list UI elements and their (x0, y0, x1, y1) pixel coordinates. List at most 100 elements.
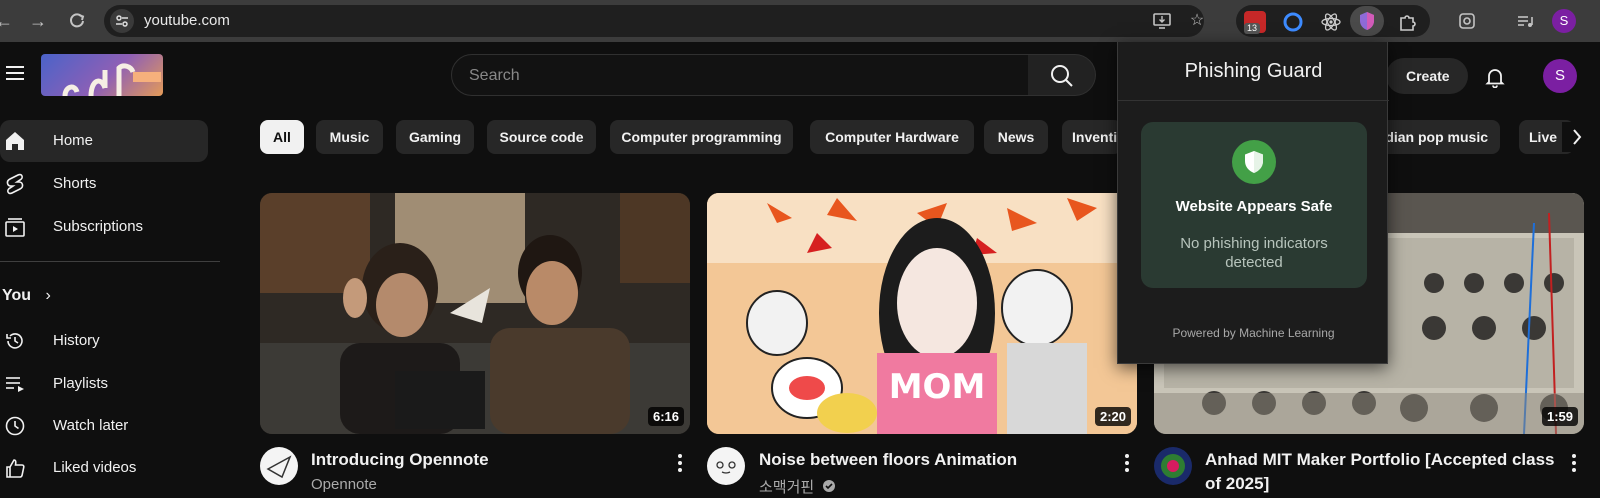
status-card: Website Appears Safe No phishing indicat… (1141, 122, 1367, 288)
more-options-button[interactable] (1119, 452, 1135, 474)
notifications-bell-icon[interactable] (1484, 66, 1506, 89)
home-icon (6, 132, 24, 150)
chip-source-code[interactable]: Source code (487, 120, 596, 154)
popup-footer: Powered by Machine Learning (1172, 326, 1335, 340)
video-thumbnail[interactable]: 6:16 (260, 193, 690, 434)
sidebar-item-subscriptions[interactable]: Subscriptions (0, 206, 208, 248)
search-icon (1051, 65, 1073, 87)
channel-logo[interactable] (41, 54, 163, 96)
menu-icon[interactable] (6, 66, 24, 80)
more-vert-icon (1572, 454, 1576, 472)
popup-title: Phishing Guard (1184, 60, 1323, 82)
popup-divider (1118, 100, 1389, 101)
video-thumbnail[interactable]: MOM 2:20 (707, 193, 1137, 434)
search-button[interactable] (1028, 54, 1096, 96)
tune-icon (116, 15, 128, 27)
browser-toolbar: ← → youtube.com ☆ 13 S (0, 0, 1600, 42)
chip-news[interactable]: News (984, 120, 1048, 154)
video-title-line: of 2025] (1205, 474, 1270, 493)
bookmark-star-icon[interactable]: ☆ (1187, 11, 1207, 31)
search-placeholder: Search (469, 67, 520, 84)
reload-icon (70, 13, 85, 28)
shorts-icon (6, 173, 24, 195)
channel-avatar[interactable] (1154, 447, 1192, 485)
video-duration: 6:16 (647, 407, 684, 426)
playlists-icon (6, 377, 24, 392)
status-title: Website Appears Safe (1175, 198, 1333, 215)
sidebar-divider (0, 261, 220, 262)
site-info-button[interactable] (110, 9, 134, 33)
chip-computer-programming[interactable]: Computer programming (610, 120, 793, 154)
lens-icon[interactable] (1457, 11, 1477, 31)
sidebar-item-label: Watch later (53, 417, 129, 434)
chevron-right-icon: › (45, 287, 51, 304)
sidebar-item-playlists[interactable]: Playlists (0, 363, 208, 405)
more-vert-icon (1125, 454, 1129, 472)
sidebar-item-label: Liked videos (53, 459, 137, 476)
sidebar-item-history[interactable]: History (0, 320, 208, 362)
chip-inventions[interactable]: Inventi (1062, 120, 1122, 154)
sidebar-item-label: History (53, 332, 100, 349)
sidebar-item-shorts[interactable]: Shorts (0, 163, 208, 205)
forward-button[interactable]: → (26, 9, 50, 33)
screen: ← → youtube.com ☆ 13 S Search Create S H… (0, 0, 1600, 498)
video-duration: 1:59 (1541, 407, 1578, 426)
chip-indian-pop-music[interactable]: ndian pop music (1372, 120, 1500, 154)
url-text: youtube.com (144, 12, 230, 29)
video-channel[interactable]: 소맥거핀 (759, 476, 836, 497)
install-app-icon[interactable] (1152, 11, 1172, 31)
channel-name: 소맥거핀 (759, 479, 815, 496)
sidebar-item-home[interactable]: Home (0, 120, 208, 162)
sidebar-item-label: Subscriptions (53, 218, 144, 235)
sidebar-item-label: Playlists (53, 375, 109, 392)
chip-all[interactable]: All (260, 120, 304, 154)
you-label: You (2, 287, 32, 304)
reload-button[interactable] (65, 9, 89, 33)
you-section-header[interactable]: You › (2, 287, 51, 305)
chevron-right-icon (1573, 129, 1582, 145)
chip-music[interactable]: Music (316, 120, 383, 154)
sidebar-item-liked-videos[interactable]: Liked videos (0, 447, 208, 489)
more-options-button[interactable] (672, 452, 688, 474)
status-description: No phishing indicators detected (1180, 235, 1328, 271)
video-title[interactable]: Introducing Opennote (311, 448, 489, 472)
browser-profile-avatar[interactable]: S (1552, 9, 1576, 33)
status-indicator (1232, 140, 1276, 184)
media-controls-icon[interactable] (1515, 11, 1535, 31)
chip-gaming[interactable]: Gaming (396, 120, 474, 154)
channel-avatar[interactable] (707, 447, 745, 485)
account-avatar[interactable]: S (1543, 59, 1577, 93)
phishing-guard-extension-button[interactable] (1350, 6, 1384, 36)
more-options-button[interactable] (1566, 452, 1582, 474)
extensions-puzzle-icon[interactable] (1396, 11, 1418, 33)
chip-computer-hardware[interactable]: Computer Hardware (810, 120, 974, 154)
sync-extension-icon[interactable] (1282, 11, 1304, 33)
video-channel[interactable]: Opennote (311, 476, 377, 493)
phishing-guard-popup: Phishing Guard Website Appears Safe No p… (1117, 42, 1389, 364)
clock-icon (5, 416, 25, 436)
shield-check-icon (1245, 151, 1263, 173)
chips-next-button[interactable] (1562, 122, 1592, 152)
sidebar-item-label: Home (53, 132, 94, 149)
back-button[interactable]: ← (0, 9, 16, 33)
video-title[interactable]: Noise between floors Animation (759, 448, 1017, 472)
search-input[interactable]: Search (451, 54, 1029, 96)
video-duration: 2:20 (1094, 407, 1131, 426)
history-icon (6, 333, 23, 349)
address-bar[interactable]: youtube.com ☆ (104, 5, 1204, 37)
more-vert-icon (678, 454, 682, 472)
extensions-group (1236, 5, 1430, 37)
svg-text:MOM: MOM (889, 367, 986, 407)
create-button[interactable]: Create (1386, 58, 1468, 94)
shield-icon (1360, 12, 1374, 30)
extension-badge-count: 13 (1244, 23, 1261, 34)
sidebar-item-label: Shorts (53, 175, 97, 192)
video-title[interactable]: Anhad MIT Maker Portfolio [Accepted clas… (1205, 448, 1565, 496)
channel-avatar[interactable] (260, 447, 298, 485)
video-title-line: Anhad MIT Maker Portfolio [Accepted clas… (1205, 450, 1555, 469)
thumbs-up-icon (6, 459, 25, 478)
thumbnail-image (260, 193, 690, 434)
subscriptions-icon (5, 218, 25, 237)
sidebar-item-watch-later[interactable]: Watch later (0, 405, 208, 447)
react-devtools-icon[interactable] (1320, 11, 1342, 33)
